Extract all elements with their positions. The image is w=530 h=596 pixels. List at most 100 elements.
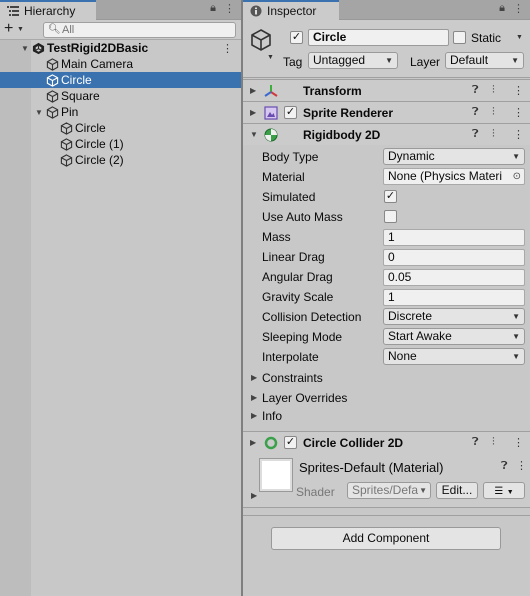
kebab-menu-icon[interactable]: ⋮ xyxy=(513,128,524,141)
hierarchy-row[interactable]: Circle xyxy=(0,72,241,88)
sprite-renderer-icon xyxy=(264,106,278,120)
sprite-renderer-enabled-checkbox[interactable]: ✓ xyxy=(284,106,297,119)
tab-inspector[interactable]: Inspector xyxy=(243,0,339,20)
foldout-info[interactable]: ▶ Info xyxy=(243,406,530,426)
component-header-transform[interactable]: ▶ Transform ❓︎ ⫶ ⋮ xyxy=(243,79,530,101)
sleeping-mode-dropdown[interactable]: Start Awake ▼ xyxy=(383,328,525,345)
help-icon[interactable]: ❓︎ xyxy=(472,84,479,97)
tag-value: Untagged xyxy=(313,53,366,67)
body-type-dropdown[interactable]: Dynamic ▼ xyxy=(383,148,525,165)
use-auto-mass-label: Use Auto Mass xyxy=(262,210,343,224)
preset-sliders-icon[interactable]: ⫶ xyxy=(492,106,495,119)
edit-shader-button[interactable]: Edit... xyxy=(436,482,478,499)
fold-arrow-right-icon[interactable]: ▶ xyxy=(251,393,257,402)
fold-arrow-down-icon[interactable]: ▼ xyxy=(35,108,45,117)
object-picker-icon[interactable]: ⊙ xyxy=(513,169,521,184)
kebab-menu-icon[interactable]: ⋮ xyxy=(224,2,235,15)
info-icon xyxy=(249,5,263,17)
fold-arrow-down-icon[interactable]: ▼ xyxy=(21,44,31,53)
mass-label: Mass xyxy=(262,230,291,244)
tab-hierarchy-label: Hierarchy xyxy=(24,4,76,18)
collision-detection-label: Collision Detection xyxy=(262,310,362,324)
hierarchy-row-label: Circle xyxy=(61,73,92,87)
shader-label: Shader xyxy=(296,485,335,499)
fold-arrow-down-icon[interactable]: ▼ xyxy=(250,130,258,139)
simulated-label: Simulated xyxy=(262,190,316,204)
kebab-menu-icon[interactable]: ⋮ xyxy=(513,436,524,449)
simulated-checkbox[interactable]: ✓ xyxy=(384,190,397,203)
unity-scene-icon xyxy=(31,41,45,55)
layer-dropdown[interactable]: Default ▼ xyxy=(445,52,524,69)
kebab-menu-icon[interactable]: ⋮ xyxy=(222,42,233,55)
angular-drag-input[interactable]: 0.05 xyxy=(383,269,525,286)
tag-dropdown[interactable]: Untagged ▼ xyxy=(308,52,398,69)
gameobject-cube-icon[interactable] xyxy=(249,28,273,52)
shader-dropdown[interactable]: Sprites/Defa ▼ xyxy=(347,482,431,499)
collision-detection-dropdown[interactable]: Discrete ▼ xyxy=(383,308,525,325)
gravity-scale-input[interactable]: 1 xyxy=(383,289,525,306)
kebab-menu-icon[interactable]: ⋮ xyxy=(513,84,524,97)
fold-arrow-right-icon[interactable]: ▶ xyxy=(250,438,256,447)
use-auto-mass-checkbox[interactable] xyxy=(384,210,397,223)
fold-arrow-right-icon[interactable]: ▶ xyxy=(251,411,257,420)
hierarchy-row[interactable]: Circle xyxy=(0,120,241,136)
hierarchy-row[interactable]: ▼ TestRigid2DBasic ⋮ xyxy=(0,40,241,56)
help-icon[interactable]: ❓︎ xyxy=(472,436,479,449)
static-label: Static xyxy=(471,31,502,45)
preset-sliders-icon[interactable]: ⫶ xyxy=(492,84,495,97)
add-component-button[interactable]: Add Component xyxy=(271,527,501,550)
lock-icon[interactable]: 🔒︎ xyxy=(499,2,505,15)
search-box[interactable]: 🔍︎ xyxy=(43,22,236,38)
hierarchy-row[interactable]: Circle (2) xyxy=(0,152,241,168)
shader-options-button[interactable]: ☰ ▼ xyxy=(483,482,525,499)
layer-overrides-label: Layer Overrides xyxy=(262,391,348,405)
sprite-renderer-title: Sprite Renderer xyxy=(303,106,394,120)
gameobject-cube-icon xyxy=(45,105,59,119)
mass-input[interactable]: 1 xyxy=(383,229,525,246)
kebab-menu-icon[interactable]: ⋮ xyxy=(516,459,527,472)
preset-sliders-icon[interactable]: ⫶ xyxy=(492,436,495,449)
lock-icon[interactable]: 🔒︎ xyxy=(210,2,216,15)
hierarchy-row[interactable]: Circle (1) xyxy=(0,136,241,152)
help-icon[interactable]: ❓︎ xyxy=(501,460,508,473)
body-type-label: Body Type xyxy=(262,150,319,164)
info-label: Info xyxy=(262,409,283,423)
search-input[interactable] xyxy=(62,23,230,37)
fold-arrow-right-icon[interactable]: ▶ xyxy=(251,491,257,500)
create-plus-icon[interactable]: + xyxy=(4,21,13,37)
fold-arrow-right-icon[interactable]: ▶ xyxy=(251,373,257,382)
foldout-layer-overrides[interactable]: ▶ Layer Overrides xyxy=(243,388,530,408)
gravity-scale-label: Gravity Scale xyxy=(262,290,334,304)
kebab-menu-icon[interactable]: ⋮ xyxy=(513,106,524,119)
tab-hierarchy[interactable]: Hierarchy xyxy=(0,0,96,20)
active-checkbox[interactable]: ✓ xyxy=(290,31,303,44)
kebab-menu-icon[interactable]: ⋮ xyxy=(513,2,524,15)
gameobject-cube-icon xyxy=(45,73,59,87)
rigidbody-icon xyxy=(264,128,278,142)
hierarchy-row[interactable]: ▼ Pin xyxy=(0,104,241,120)
chevron-down-icon: ▼ xyxy=(512,352,520,361)
component-header-rigidbody-2d[interactable]: ▼ Rigidbody 2D ❓︎ ⫶ ⋮ xyxy=(243,123,530,145)
hierarchy-row[interactable]: Square xyxy=(0,88,241,104)
interpolate-dropdown[interactable]: None ▼ xyxy=(383,348,525,365)
help-icon[interactable]: ❓︎ xyxy=(472,106,479,119)
linear-drag-input[interactable]: 0 xyxy=(383,249,525,266)
material-object-field[interactable]: None (Physics Materi ⊙ xyxy=(383,168,525,185)
chevron-down-icon[interactable]: ▼ xyxy=(267,54,274,61)
material-thumbnail xyxy=(259,458,293,492)
help-icon[interactable]: ❓︎ xyxy=(472,128,479,141)
component-header-sprite-renderer[interactable]: ▶ ✓ Sprite Renderer ❓︎ ⫶ ⋮ xyxy=(243,101,530,123)
fold-arrow-right-icon[interactable]: ▶ xyxy=(250,108,256,117)
circle-collider-enabled-checkbox[interactable]: ✓ xyxy=(284,436,297,449)
static-checkbox[interactable] xyxy=(453,31,466,44)
component-header-circle-collider-2d[interactable]: ▶ ✓ Circle Collider 2D ❓︎ ⫶ ⋮ xyxy=(243,431,530,453)
chevron-down-icon[interactable]: ▼ xyxy=(17,26,24,33)
chevron-down-icon[interactable]: ▼ xyxy=(516,34,523,41)
hierarchy-row[interactable]: Main Camera xyxy=(0,56,241,72)
fold-arrow-right-icon[interactable]: ▶ xyxy=(250,86,256,95)
object-name-field[interactable]: Circle xyxy=(308,29,449,46)
gameobject-header: ▼ ✓ Circle Static ▼ Tag Untagged ▼ Layer… xyxy=(243,20,530,78)
preset-sliders-icon[interactable]: ⫶ xyxy=(492,128,495,141)
layer-label: Layer xyxy=(410,55,441,69)
foldout-constraints[interactable]: ▶ Constraints xyxy=(243,368,530,388)
